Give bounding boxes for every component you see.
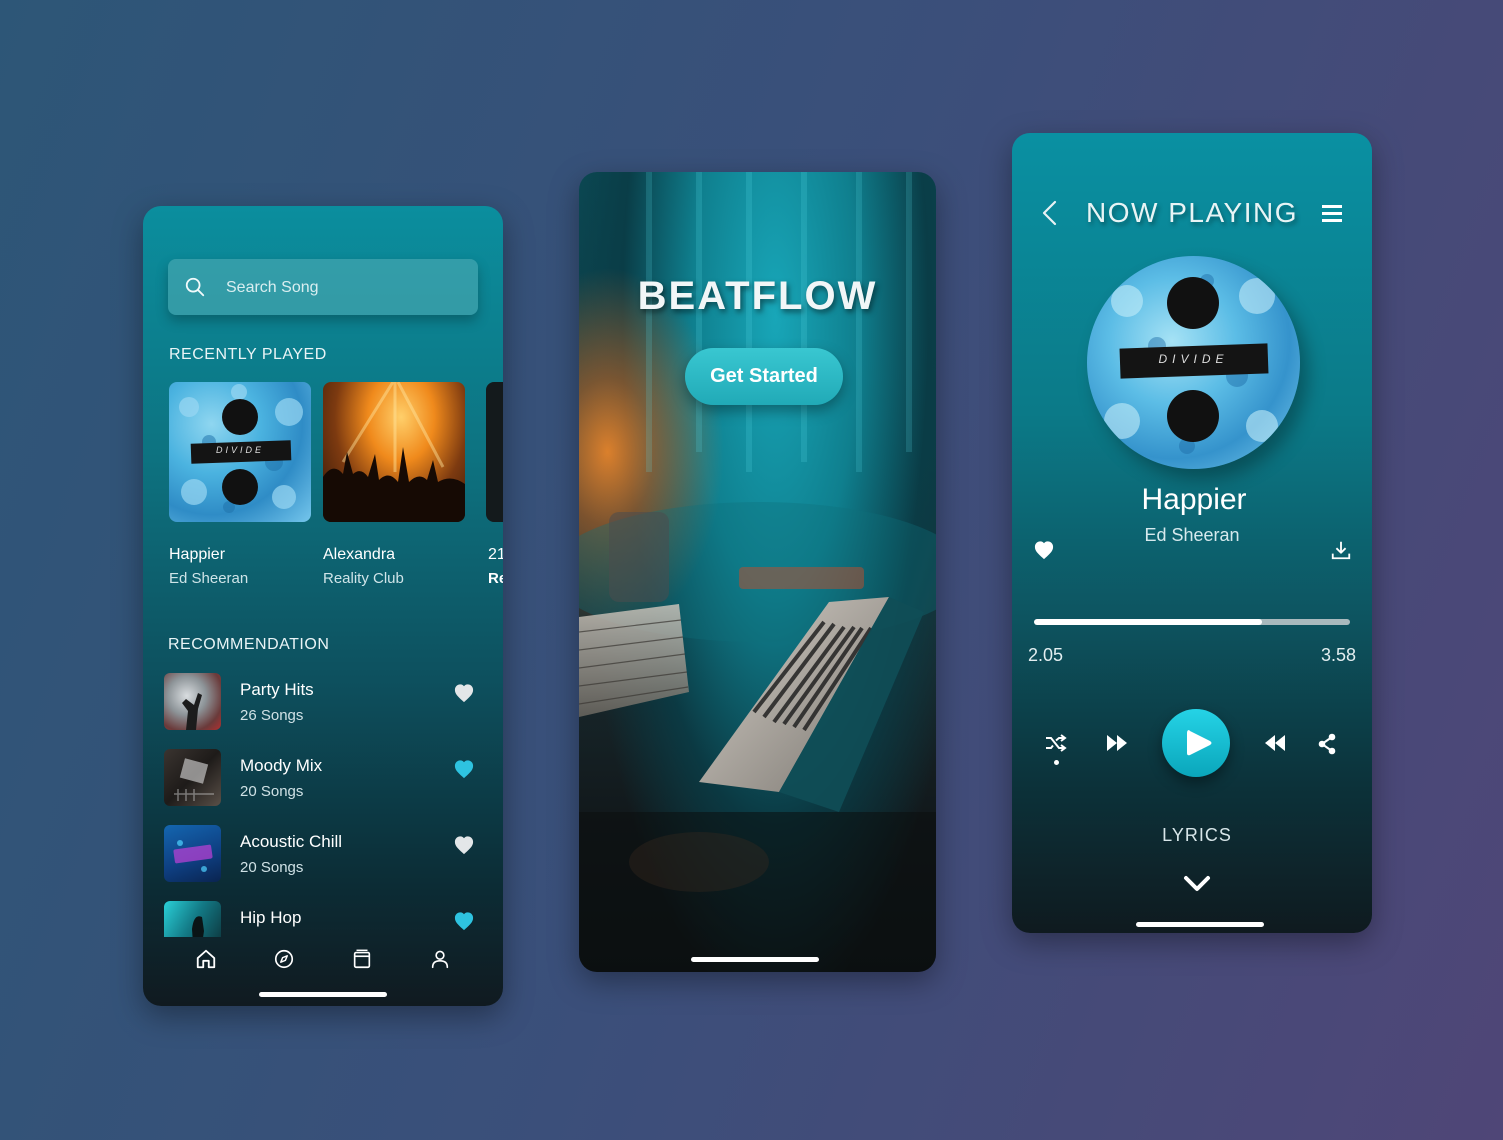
search-bar[interactable] [168,259,478,315]
playlist-thumb [164,901,221,937]
album-cover-concert [323,382,465,522]
fast-forward-icon[interactable] [1105,733,1129,753]
play-button[interactable] [1162,709,1230,777]
playlist-title: Party Hits [240,680,314,699]
list-item-hip-hop[interactable]: Hip Hop [164,901,484,937]
home-indicator [259,992,387,997]
library-icon[interactable] [351,948,373,970]
album-cover-text: DIVIDE [215,445,264,455]
share-icon[interactable] [1317,733,1337,755]
recent-artist: Ed Sheeran [169,570,249,587]
recommendation-heading: RECOMMENDATION [168,636,330,653]
search-input[interactable] [226,275,456,301]
lyrics-label[interactable]: LYRICS [1012,825,1372,846]
playlist-count: 20 Songs [240,859,304,876]
progress-fill [1034,619,1262,625]
play-icon [1187,730,1212,756]
progress-bar[interactable] [1034,619,1350,625]
recent-artist: Re [488,570,503,587]
shuffle-icon[interactable] [1044,733,1068,753]
recent-title: Alexandra [323,546,396,563]
home-icon[interactable] [195,948,217,970]
heart-icon[interactable] [453,759,475,779]
playlist-title: Hip Hop [240,908,302,927]
playlist-thumb [164,749,221,806]
album-art-disc: DIVIDE [1087,256,1300,469]
elapsed-time: 2.05 [1028,645,1064,665]
recent-title: 21 [488,546,503,563]
recent-card-alexandra[interactable]: Alexandra Reality Club [323,382,465,587]
profile-icon[interactable] [429,948,451,970]
album-cover-divide: DIVIDE [169,382,311,522]
list-item-acoustic-chill[interactable]: Acoustic Chill 20 Songs [164,825,484,883]
heart-icon[interactable] [453,911,475,931]
heart-icon[interactable] [453,835,475,855]
chevron-down-icon[interactable] [1183,875,1211,893]
heart-icon[interactable] [1033,540,1055,560]
album-cover-dark [486,382,503,522]
home-indicator [691,957,819,962]
playlist-count: 20 Songs [240,783,304,800]
list-item-party-hits[interactable]: Party Hits 26 Songs [164,673,484,731]
recent-title: Happier [169,546,226,563]
bottom-nav [143,936,503,986]
playlist-thumb [164,673,221,730]
heart-icon[interactable] [453,683,475,703]
app-brand-title: BEATFLOW [637,274,878,318]
home-indicator [1136,922,1264,927]
compass-icon[interactable] [273,948,295,970]
recently-played-heading: RECENTLY PLAYED [169,346,327,363]
recent-card-happier[interactable]: DIVIDE Happier Ed Sheeran [169,382,311,587]
recent-artist: Reality Club [323,570,404,587]
page-title: NOW PLAYING [1085,197,1298,228]
playlist-title: Acoustic Chill [240,832,343,851]
get-started-button[interactable]: Get Started [685,348,843,405]
song-artist: Ed Sheeran [1144,525,1240,545]
song-title: Happier [1141,483,1247,516]
playlist-title: Moody Mix [240,756,323,775]
shuffle-active-dot [1054,760,1059,765]
recent-card-partial[interactable]: 21 Re [486,382,503,587]
download-icon[interactable] [1330,539,1352,561]
playlist-thumb [164,825,221,882]
home-screen: RECENTLY PLAYED DIVIDE Happier Ed Sheera… [143,206,503,1006]
splash-screen: BEATFLOW Get Started [579,172,936,972]
menu-icon[interactable] [1321,203,1343,223]
list-item-moody-mix[interactable]: Moody Mix 20 Songs [164,749,484,807]
total-time: 3.58 [1320,645,1356,665]
album-art-text: DIVIDE [1158,352,1229,366]
playlist-count: 26 Songs [240,707,304,724]
rewind-icon[interactable] [1263,733,1287,753]
search-icon [185,277,205,297]
now-playing-screen: NOW PLAYING DIVIDE Happier Ed Sheeran 2.… [1012,133,1372,933]
